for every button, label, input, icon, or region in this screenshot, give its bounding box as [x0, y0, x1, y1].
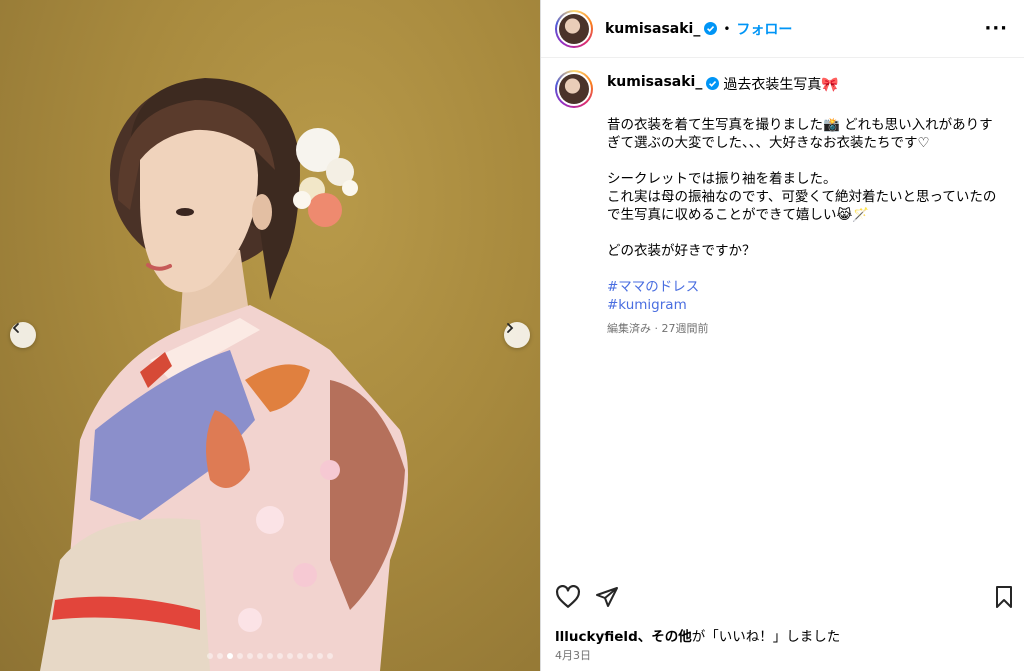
carousel-dot — [277, 653, 283, 659]
paper-plane-icon[interactable] — [595, 585, 619, 609]
caption-paragraph: シークレットでは振り袖を着ました。 これ実は母の振袖なのです、可愛くて絶対着たい… — [607, 171, 997, 223]
caption-paragraph: どの衣装が好きですか？ — [607, 243, 756, 259]
post-header: kumisasaki_ • フォロー ··· — [541, 0, 1024, 58]
caption-title: 過去衣装生写真🎀 — [723, 77, 839, 93]
likes-summary: llluckyfield、その他が「いいね！」しました — [555, 625, 840, 645]
bookmark-icon[interactable] — [993, 585, 1015, 609]
chevron-left-icon — [12, 323, 19, 333]
heart-icon[interactable] — [555, 585, 581, 609]
likes-others-link[interactable]: その他 — [651, 629, 692, 645]
post-detail-panel: kumisasaki_ • フォロー ··· kumisasaki_ 過去衣装生… — [540, 0, 1024, 671]
carousel-dot — [267, 653, 273, 659]
verified-badge-icon — [704, 22, 718, 35]
follow-button[interactable]: フォロー — [736, 19, 792, 39]
carousel-dot — [317, 653, 323, 659]
carousel-dot — [307, 653, 313, 659]
post-photo — [40, 78, 408, 671]
caption-avatar[interactable] — [555, 70, 593, 108]
carousel-prev-button[interactable] — [10, 322, 36, 348]
more-options-button[interactable]: ··· — [984, 18, 1008, 39]
carousel-indicator — [0, 653, 540, 659]
carousel-dot — [207, 653, 213, 659]
avatar[interactable] — [555, 9, 593, 48]
likes-suffix: が「いいね！」しました — [691, 629, 841, 645]
carousel-dot — [257, 653, 263, 659]
post-date[interactable]: 4月3日 — [555, 647, 591, 663]
action-bar — [555, 585, 1015, 611]
caption-header: kumisasaki_ 過去衣装生写真🎀 — [555, 70, 1011, 108]
liker-username[interactable]: llluckyfield、 — [555, 629, 651, 645]
carousel-next-button[interactable] — [504, 322, 530, 348]
carousel-dot — [227, 653, 233, 659]
header-separator: • — [723, 21, 731, 36]
hashtag-link[interactable]: #ママのドレス — [607, 278, 1003, 296]
post-media — [0, 0, 540, 671]
caption-meta: 編集済み · 27週間前 — [607, 322, 709, 335]
caption-paragraph: 昔の衣装を着て生写真を撮りました📸 どれも思い入れがありすぎて選ぶの大変でした、… — [607, 117, 993, 151]
carousel-dot — [297, 653, 303, 659]
caption-body: 昔の衣装を着て生写真を撮りました📸 どれも思い入れがありすぎて選ぶの大変でした、… — [607, 116, 1003, 338]
carousel-dot — [247, 653, 253, 659]
verified-badge-icon — [706, 77, 720, 90]
carousel-dot — [217, 653, 223, 659]
chevron-right-icon — [507, 323, 514, 333]
carousel-dot — [327, 653, 333, 659]
caption-username[interactable]: kumisasaki_ — [607, 74, 702, 90]
carousel-dot — [237, 653, 243, 659]
caption: kumisasaki_ 過去衣装生写真🎀 昔の衣装を着て生写真を撮りました📸 ど… — [555, 70, 1011, 338]
carousel-dot — [287, 653, 293, 659]
header-username[interactable]: kumisasaki_ — [605, 21, 700, 37]
hashtag-link[interactable]: #kumigram — [607, 296, 1003, 314]
